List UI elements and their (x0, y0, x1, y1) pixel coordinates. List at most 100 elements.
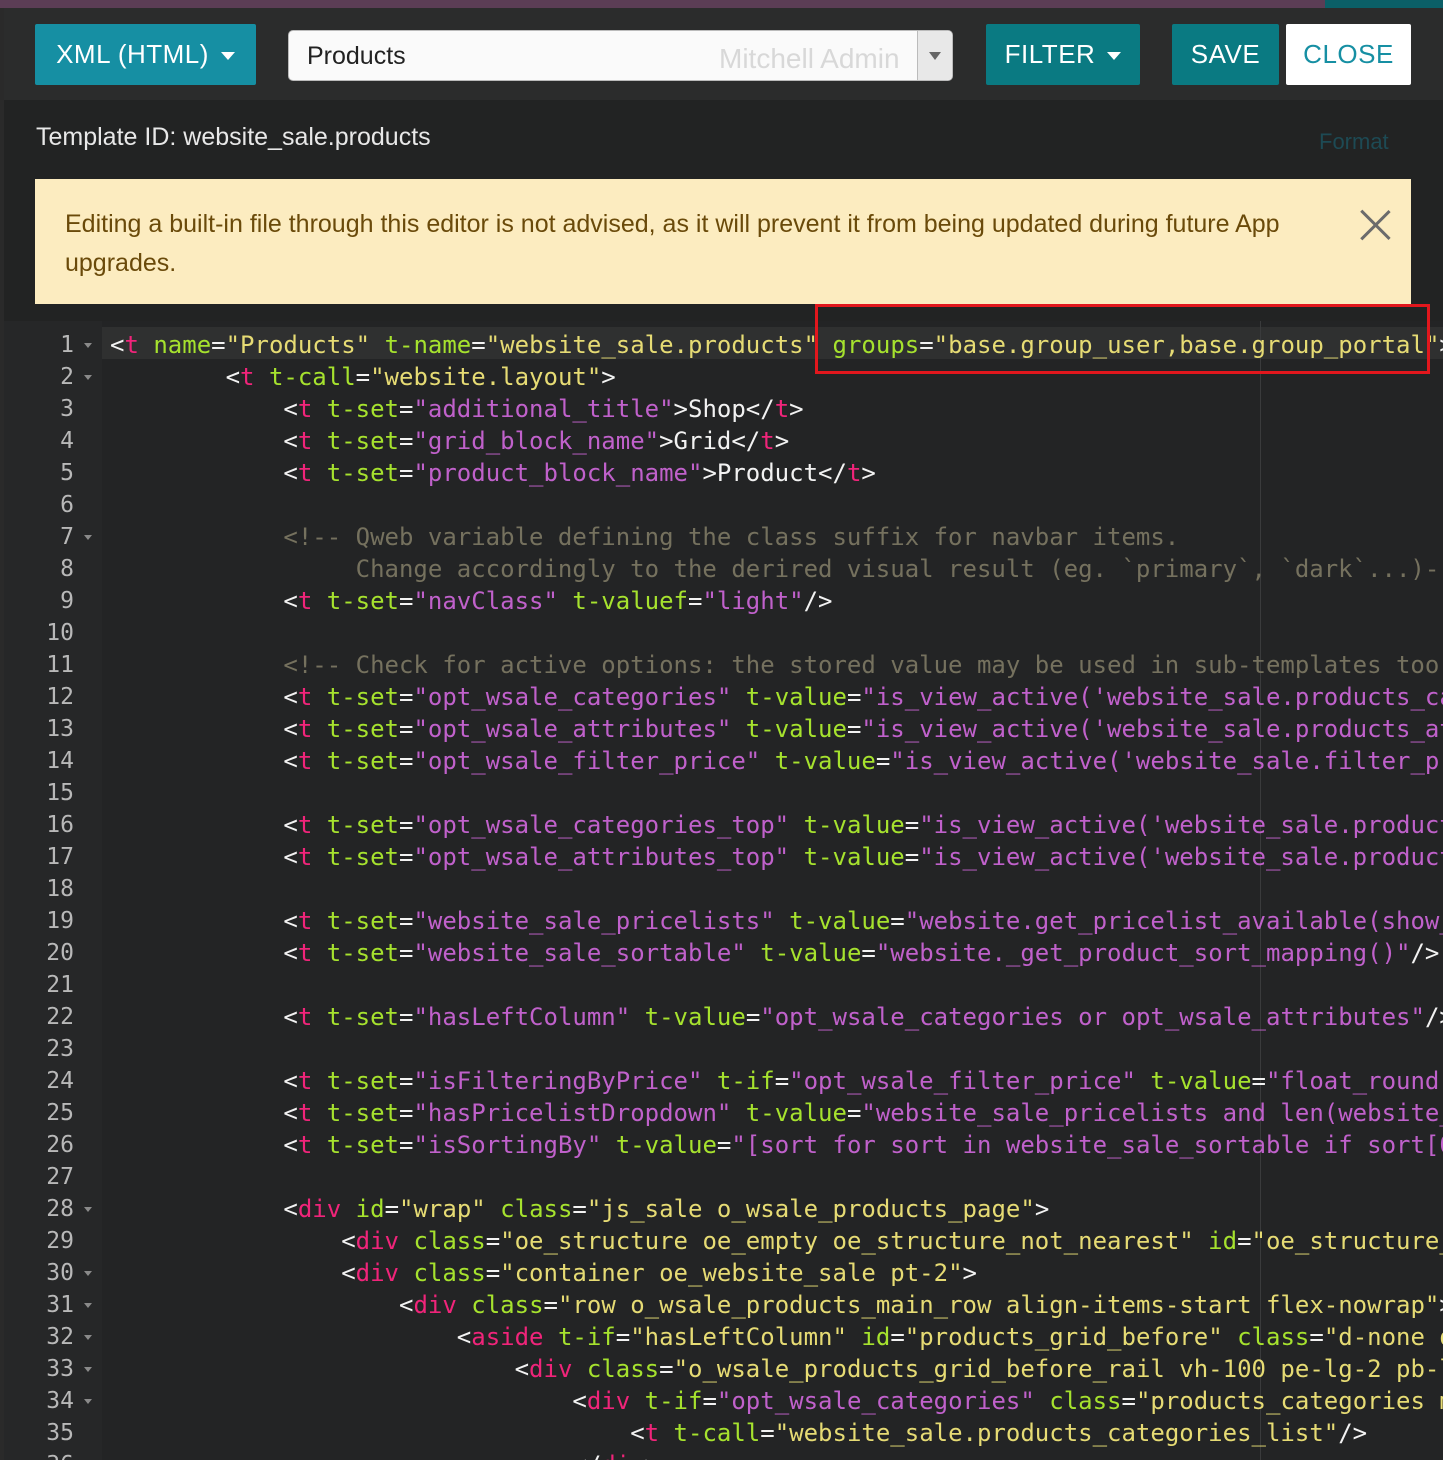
code-line[interactable]: <aside t-if="hasLeftColumn" id="products… (457, 1321, 1443, 1353)
code-line[interactable]: <t t-set="opt_wsale_categories" t-value=… (283, 681, 1443, 713)
template-select[interactable]: Mitchell Admin Products (288, 30, 953, 81)
fold-arrow-icon[interactable] (84, 1271, 92, 1276)
code-line[interactable]: <t t-set="hasLeftColumn" t-value="opt_ws… (283, 1001, 1443, 1033)
code-token: > (774, 427, 790, 455)
code-token: /> (1424, 1003, 1443, 1031)
language-dropdown-button[interactable]: XML (HTML) (35, 24, 256, 85)
code-token: t (297, 939, 313, 967)
code-token: = (846, 1099, 862, 1127)
code-line[interactable]: <t t-set="grid_block_name">Grid</t> (283, 425, 789, 457)
code-line[interactable]: <t t-set="hasPricelistDropdown" t-value=… (283, 1097, 1443, 1129)
code-token: t-set (326, 1003, 399, 1031)
close-button[interactable]: CLOSE (1286, 24, 1411, 85)
code-token: "Products" (225, 331, 371, 359)
code-line[interactable]: <t t-set="opt_wsale_filter_price" t-valu… (283, 745, 1443, 777)
save-button[interactable]: SAVE (1172, 24, 1279, 85)
code-token: = (846, 715, 862, 743)
code-token: "oe_structure oe_empty oe_structure_not_… (500, 1227, 1194, 1255)
filter-button[interactable]: FILTER (986, 24, 1140, 85)
code-line[interactable]: <t t-set="additional_title">Shop</t> (283, 393, 803, 425)
code-token: t (297, 811, 313, 839)
code-line[interactable]: <t t-set="website_sale_sortable" t-value… (283, 937, 1439, 969)
fold-arrow-icon[interactable] (84, 535, 92, 540)
code-line[interactable]: <t t-set="navClass" t-valuef="light"/> (283, 585, 832, 617)
caret-down-icon (1107, 51, 1122, 60)
fold-arrow-icon[interactable] (84, 1207, 92, 1212)
code-token: "products_grid_before" (904, 1323, 1223, 1351)
code-line[interactable]: <t t-set="product_block_name">Product</t… (283, 457, 875, 489)
code-line[interactable]: </div> (572, 1449, 659, 1460)
code-text-area[interactable]: <t name="Products" t-name="website_sale.… (106, 321, 1443, 1460)
code-line[interactable]: <div class="container oe_website_sale pt… (341, 1257, 977, 1289)
code-token: t-set (326, 715, 399, 743)
fold-arrow-icon[interactable] (84, 343, 92, 348)
code-token: "products_categories mb-lg-3" (1135, 1387, 1443, 1415)
code-token: "opt_wsale_filter_price" (789, 1067, 1136, 1095)
code-token: t-set (326, 811, 399, 839)
code-line[interactable]: <t t-set="website_sale_pricelists" t-val… (283, 905, 1443, 937)
code-token: = (399, 843, 414, 871)
code-line[interactable]: <t t-set="isSortingBy" t-value="[sort fo… (283, 1129, 1443, 1161)
code-token: "website_sale_pricelists and len(website… (861, 1099, 1443, 1127)
code-token: t (297, 1003, 313, 1031)
code-token: t (297, 1099, 313, 1127)
line-number: 22 (46, 1004, 74, 1030)
code-token: "container oe_website_sale pt-2" (500, 1259, 963, 1287)
code-line[interactable]: <t t-call="website_sale.products_categor… (630, 1417, 1367, 1449)
code-token: t-call (673, 1419, 761, 1447)
code-token: = (774, 1067, 790, 1095)
fold-arrow-icon[interactable] (84, 1399, 92, 1404)
code-line[interactable]: <t t-set="opt_wsale_attributes" t-value=… (283, 713, 1443, 745)
code-token: = (890, 907, 905, 935)
select-arrow-button[interactable] (917, 31, 952, 80)
fold-arrow-icon[interactable] (84, 1335, 92, 1340)
code-token: "opt_wsale_filter_price" (413, 747, 761, 775)
line-number: 3 (60, 396, 74, 422)
code-token: t-call (268, 363, 356, 391)
fold-arrow-icon[interactable] (84, 1367, 92, 1372)
fold-arrow-icon[interactable] (84, 1303, 92, 1308)
code-token: "float_round(...)" (1265, 1067, 1443, 1095)
code-line[interactable]: <div id="wrap" class="js_sale o_wsale_pr… (283, 1193, 1049, 1225)
code-token: class (1237, 1323, 1310, 1351)
code-token: > (1439, 1291, 1443, 1319)
format-link[interactable]: Format (1319, 129, 1389, 155)
code-line[interactable]: Change accordingly to the derired visual… (283, 553, 1443, 585)
code-line[interactable]: <div class="oe_structure oe_empty oe_str… (341, 1225, 1443, 1257)
code-token: </ (572, 1451, 601, 1460)
language-dropdown-label: XML (HTML) (56, 39, 209, 69)
code-token: < (283, 1131, 298, 1159)
code-line[interactable]: <div class="row o_wsale_products_main_ro… (399, 1289, 1443, 1321)
code-token: t-value (760, 939, 862, 967)
code-line[interactable]: <div class="o_wsale_products_grid_before… (515, 1353, 1443, 1385)
code-token: t-set (326, 459, 399, 487)
code-token: class (586, 1355, 660, 1383)
code-line[interactable]: <!-- Check for active options: the store… (283, 649, 1443, 681)
code-token: <!-- Check for active options: the store… (283, 651, 1443, 679)
code-token: "oe_structure_website_sale_products_1" (1251, 1227, 1443, 1255)
code-token: = (399, 1131, 414, 1159)
code-editor-panel: XML (HTML) Mitchell Admin Products FILTE… (4, 8, 1443, 1460)
code-token: "website._get_product_sort_mapping()" (875, 939, 1411, 967)
line-number: 21 (46, 972, 74, 998)
code-token: < (283, 1067, 298, 1095)
code-line[interactable]: <t t-set="opt_wsale_categories_top" t-va… (283, 809, 1443, 841)
code-line[interactable]: <t t-set="isFilteringByPrice" t-if="opt_… (283, 1065, 1443, 1097)
code-token: > (789, 395, 804, 423)
code-line[interactable]: <div t-if="opt_wsale_categories" class="… (572, 1385, 1443, 1417)
code-editor[interactable]: 1 2 3 4 5 6 7 8 9 10 11 12 13 14 15 16 17 18 19 20 21 22 23 24 2… (4, 321, 1443, 1460)
close-icon[interactable] (1357, 207, 1393, 243)
code-line[interactable]: <t t-set="opt_wsale_attributes_top" t-va… (283, 841, 1443, 873)
fold-arrow-icon[interactable] (84, 375, 92, 380)
code-line[interactable]: <!-- Qweb variable defining the class su… (283, 521, 1179, 553)
code-line[interactable]: <t t-call="website.layout"> (226, 361, 616, 393)
